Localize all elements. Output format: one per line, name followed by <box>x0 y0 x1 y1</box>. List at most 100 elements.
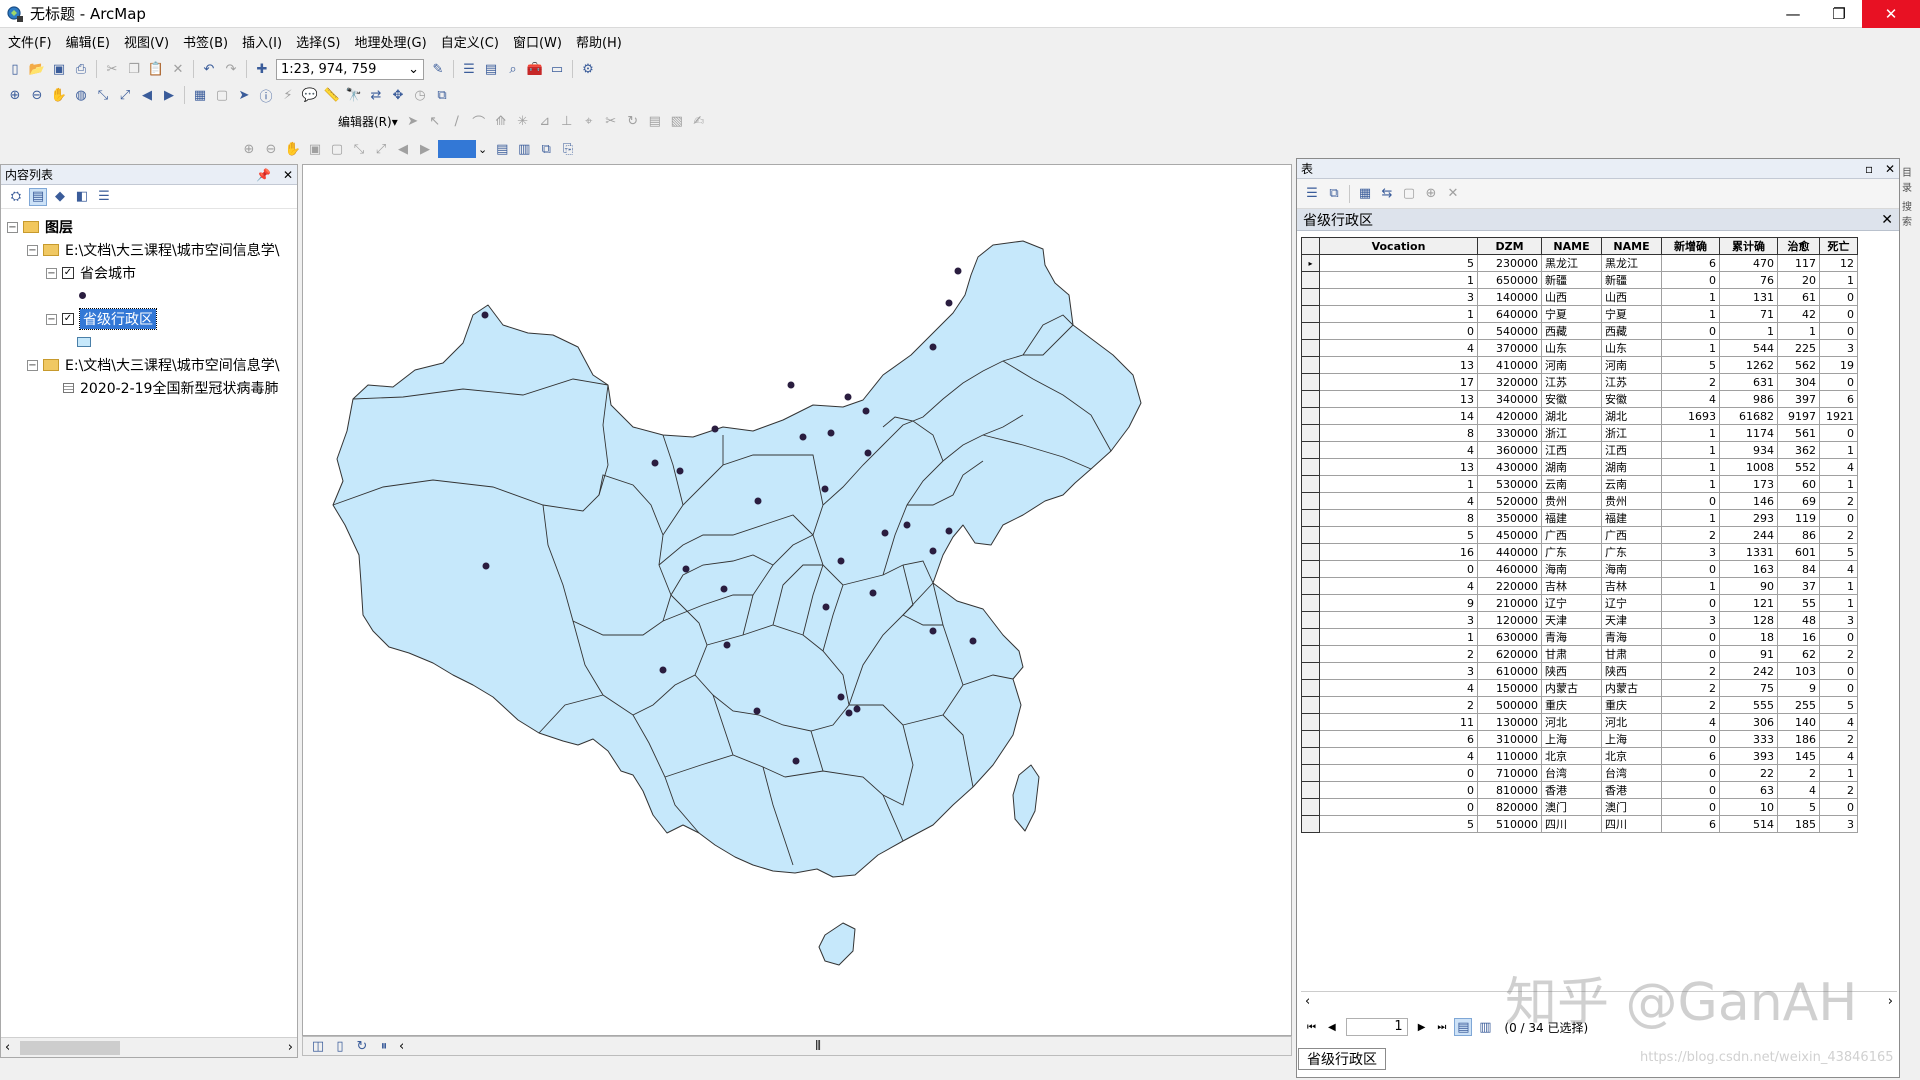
table-cell[interactable]: 福建 <box>1541 509 1602 527</box>
table-cell[interactable]: 江苏 <box>1541 373 1602 391</box>
table-cell[interactable]: 17 <box>1319 373 1478 391</box>
create-viewer-icon[interactable]: ⧉ <box>433 86 451 104</box>
table-cell[interactable]: 重庆 <box>1541 696 1602 714</box>
row-selector[interactable] <box>1301 441 1320 459</box>
table-cell[interactable]: 0 <box>1819 305 1858 323</box>
table-cell[interactable]: 山东 <box>1541 339 1602 357</box>
table-row[interactable]: 3 120000 天津 天津 3 128 48 3 <box>1301 611 1858 629</box>
table-cell[interactable]: 黑龙江 <box>1601 254 1662 272</box>
table-cell[interactable]: 601 <box>1777 543 1820 561</box>
table-of-contents-icon[interactable]: ☰ <box>460 60 478 78</box>
table-cell[interactable]: 255 <box>1777 696 1820 714</box>
table-cell[interactable]: 新疆 <box>1601 271 1662 289</box>
group-2[interactable]: − E:\文档\大三课程\城市空间信息学\ <box>27 355 279 375</box>
table-row[interactable]: 11 130000 河北 河北 4 306 140 4 <box>1301 713 1858 731</box>
table-cell[interactable]: 130000 <box>1477 713 1542 731</box>
table-cell[interactable]: 0 <box>1661 730 1720 748</box>
table-cell[interactable]: 5 <box>1819 543 1858 561</box>
zoom-out-icon[interactable]: ⊖ <box>28 86 46 104</box>
table-cell[interactable]: 3 <box>1661 611 1720 629</box>
table-cell[interactable]: 山西 <box>1601 288 1662 306</box>
full-extent-icon[interactable]: ◍ <box>72 86 90 104</box>
table-cell[interactable]: 2 <box>1819 645 1858 663</box>
table-cell[interactable]: 0 <box>1661 322 1720 340</box>
row-selector[interactable] <box>1301 696 1320 714</box>
table-cell[interactable]: 306 <box>1719 713 1778 731</box>
table-cell[interactable]: 0 <box>1661 271 1720 289</box>
table-cell[interactable]: 甘肃 <box>1541 645 1602 663</box>
table-cell[interactable]: 天津 <box>1541 611 1602 629</box>
table-row[interactable]: 16 440000 广东 广东 3 1331 601 5 <box>1301 543 1858 561</box>
map-scale-dropdown[interactable]: 1:23, 974, 759 ⌄ <box>276 58 424 80</box>
search-side-tab[interactable]: 搜索 <box>1902 198 1920 228</box>
table-cell[interactable]: 台湾 <box>1541 764 1602 782</box>
table-cell[interactable]: 225 <box>1777 339 1820 357</box>
table-cell[interactable]: 63 <box>1719 781 1778 799</box>
previous-record-icon[interactable]: ◀ <box>1328 1022 1336 1033</box>
table-cell[interactable]: 江西 <box>1541 441 1602 459</box>
column-header-dzm[interactable]: DZM <box>1477 237 1542 255</box>
identify-icon[interactable]: ⓘ <box>257 86 275 105</box>
split-icon[interactable]: ✂ <box>602 112 620 130</box>
row-selector[interactable] <box>1301 730 1320 748</box>
table-cell[interactable]: 4 <box>1319 747 1478 765</box>
table-cell[interactable]: 1 <box>1819 594 1858 612</box>
menu-geoprocessing[interactable]: 地理处理(G) <box>354 32 426 51</box>
table-cell[interactable]: 8 <box>1319 509 1478 527</box>
table-cell[interactable]: 0 <box>1661 798 1720 816</box>
table-cell[interactable]: 562 <box>1777 356 1820 374</box>
row-selector[interactable] <box>1301 509 1320 527</box>
table-cell[interactable]: 18 <box>1719 628 1778 646</box>
editor-toolbar-icon[interactable]: ✎ <box>429 60 447 78</box>
table-cell[interactable]: 91 <box>1719 645 1778 663</box>
html-popup-icon[interactable]: 💬 <box>301 86 319 104</box>
table-cell[interactable]: 69 <box>1777 492 1820 510</box>
table-cell[interactable]: 48 <box>1777 611 1820 629</box>
table-cell[interactable]: 362 <box>1777 441 1820 459</box>
table-cell[interactable]: 甘肃 <box>1601 645 1662 663</box>
scroll-left-icon[interactable]: ‹ <box>1305 994 1310 1009</box>
scroll-left-icon[interactable]: ‹ <box>5 1040 10 1055</box>
zoom-out-page-icon[interactable]: ⊖ <box>262 140 280 158</box>
table-cell[interactable]: 0 <box>1819 322 1858 340</box>
table-cell[interactable]: 128 <box>1719 611 1778 629</box>
table-cell[interactable]: 海南 <box>1601 560 1662 578</box>
table-cell[interactable]: 1 <box>1661 577 1720 595</box>
sketch-properties-icon[interactable]: ▧ <box>668 112 686 130</box>
fixed-out-page-icon[interactable]: ⤢ <box>372 140 390 158</box>
table-cell[interactable]: 186 <box>1777 730 1820 748</box>
table-cell[interactable]: 820000 <box>1477 798 1542 816</box>
table-cell[interactable]: 6 <box>1661 254 1720 272</box>
table-cell[interactable]: 620000 <box>1477 645 1542 663</box>
table-cell[interactable]: 4 <box>1819 458 1858 476</box>
table-cell[interactable]: 242 <box>1719 662 1778 680</box>
table-cell[interactable]: 552 <box>1777 458 1820 476</box>
zoom-in-icon[interactable]: ⊕ <box>6 86 24 104</box>
attribute-grid[interactable]: Vocation DZM NAME NAME 新增确 累计确 治愈 死亡 ▸ 5 2… <box>1301 237 1897 989</box>
focus-data-frame-icon[interactable]: ▥ <box>515 140 533 158</box>
table-cell[interactable]: 185 <box>1777 815 1820 833</box>
pan-icon[interactable]: ✋ <box>50 86 68 104</box>
polygon-symbol-icon[interactable] <box>77 337 91 347</box>
row-selector[interactable] <box>1301 424 1320 442</box>
scroll-thumb[interactable] <box>20 1040 121 1055</box>
table-cell[interactable]: 710000 <box>1477 764 1542 782</box>
table-cell[interactable]: 9 <box>1777 679 1820 697</box>
table-cell[interactable]: 2 <box>1661 696 1720 714</box>
row-selector[interactable] <box>1301 322 1320 340</box>
table-cell[interactable]: 重庆 <box>1601 696 1662 714</box>
table-cell[interactable]: 1 <box>1819 475 1858 493</box>
refresh-icon[interactable]: ↻ <box>353 1037 371 1055</box>
table-cell[interactable]: 北京 <box>1541 747 1602 765</box>
row-selector[interactable] <box>1301 407 1320 425</box>
cut-polygons-icon[interactable]: ⌖ <box>580 112 598 130</box>
table-cell[interactable]: 121 <box>1719 594 1778 612</box>
table-cell[interactable]: 1 <box>1661 458 1720 476</box>
catalog-side-tab[interactable]: 目录 <box>1902 164 1920 194</box>
table-entry[interactable]: 2020-2-19全国新型冠状病毒肺 <box>63 378 278 398</box>
trace-icon[interactable]: ⟰ <box>492 112 510 130</box>
list-by-source-icon[interactable]: ▤ <box>29 187 47 206</box>
table-cell[interactable]: 1174 <box>1719 424 1778 442</box>
table-cell[interactable]: 4 <box>1319 441 1478 459</box>
menu-selection[interactable]: 选择(S) <box>296 32 340 51</box>
